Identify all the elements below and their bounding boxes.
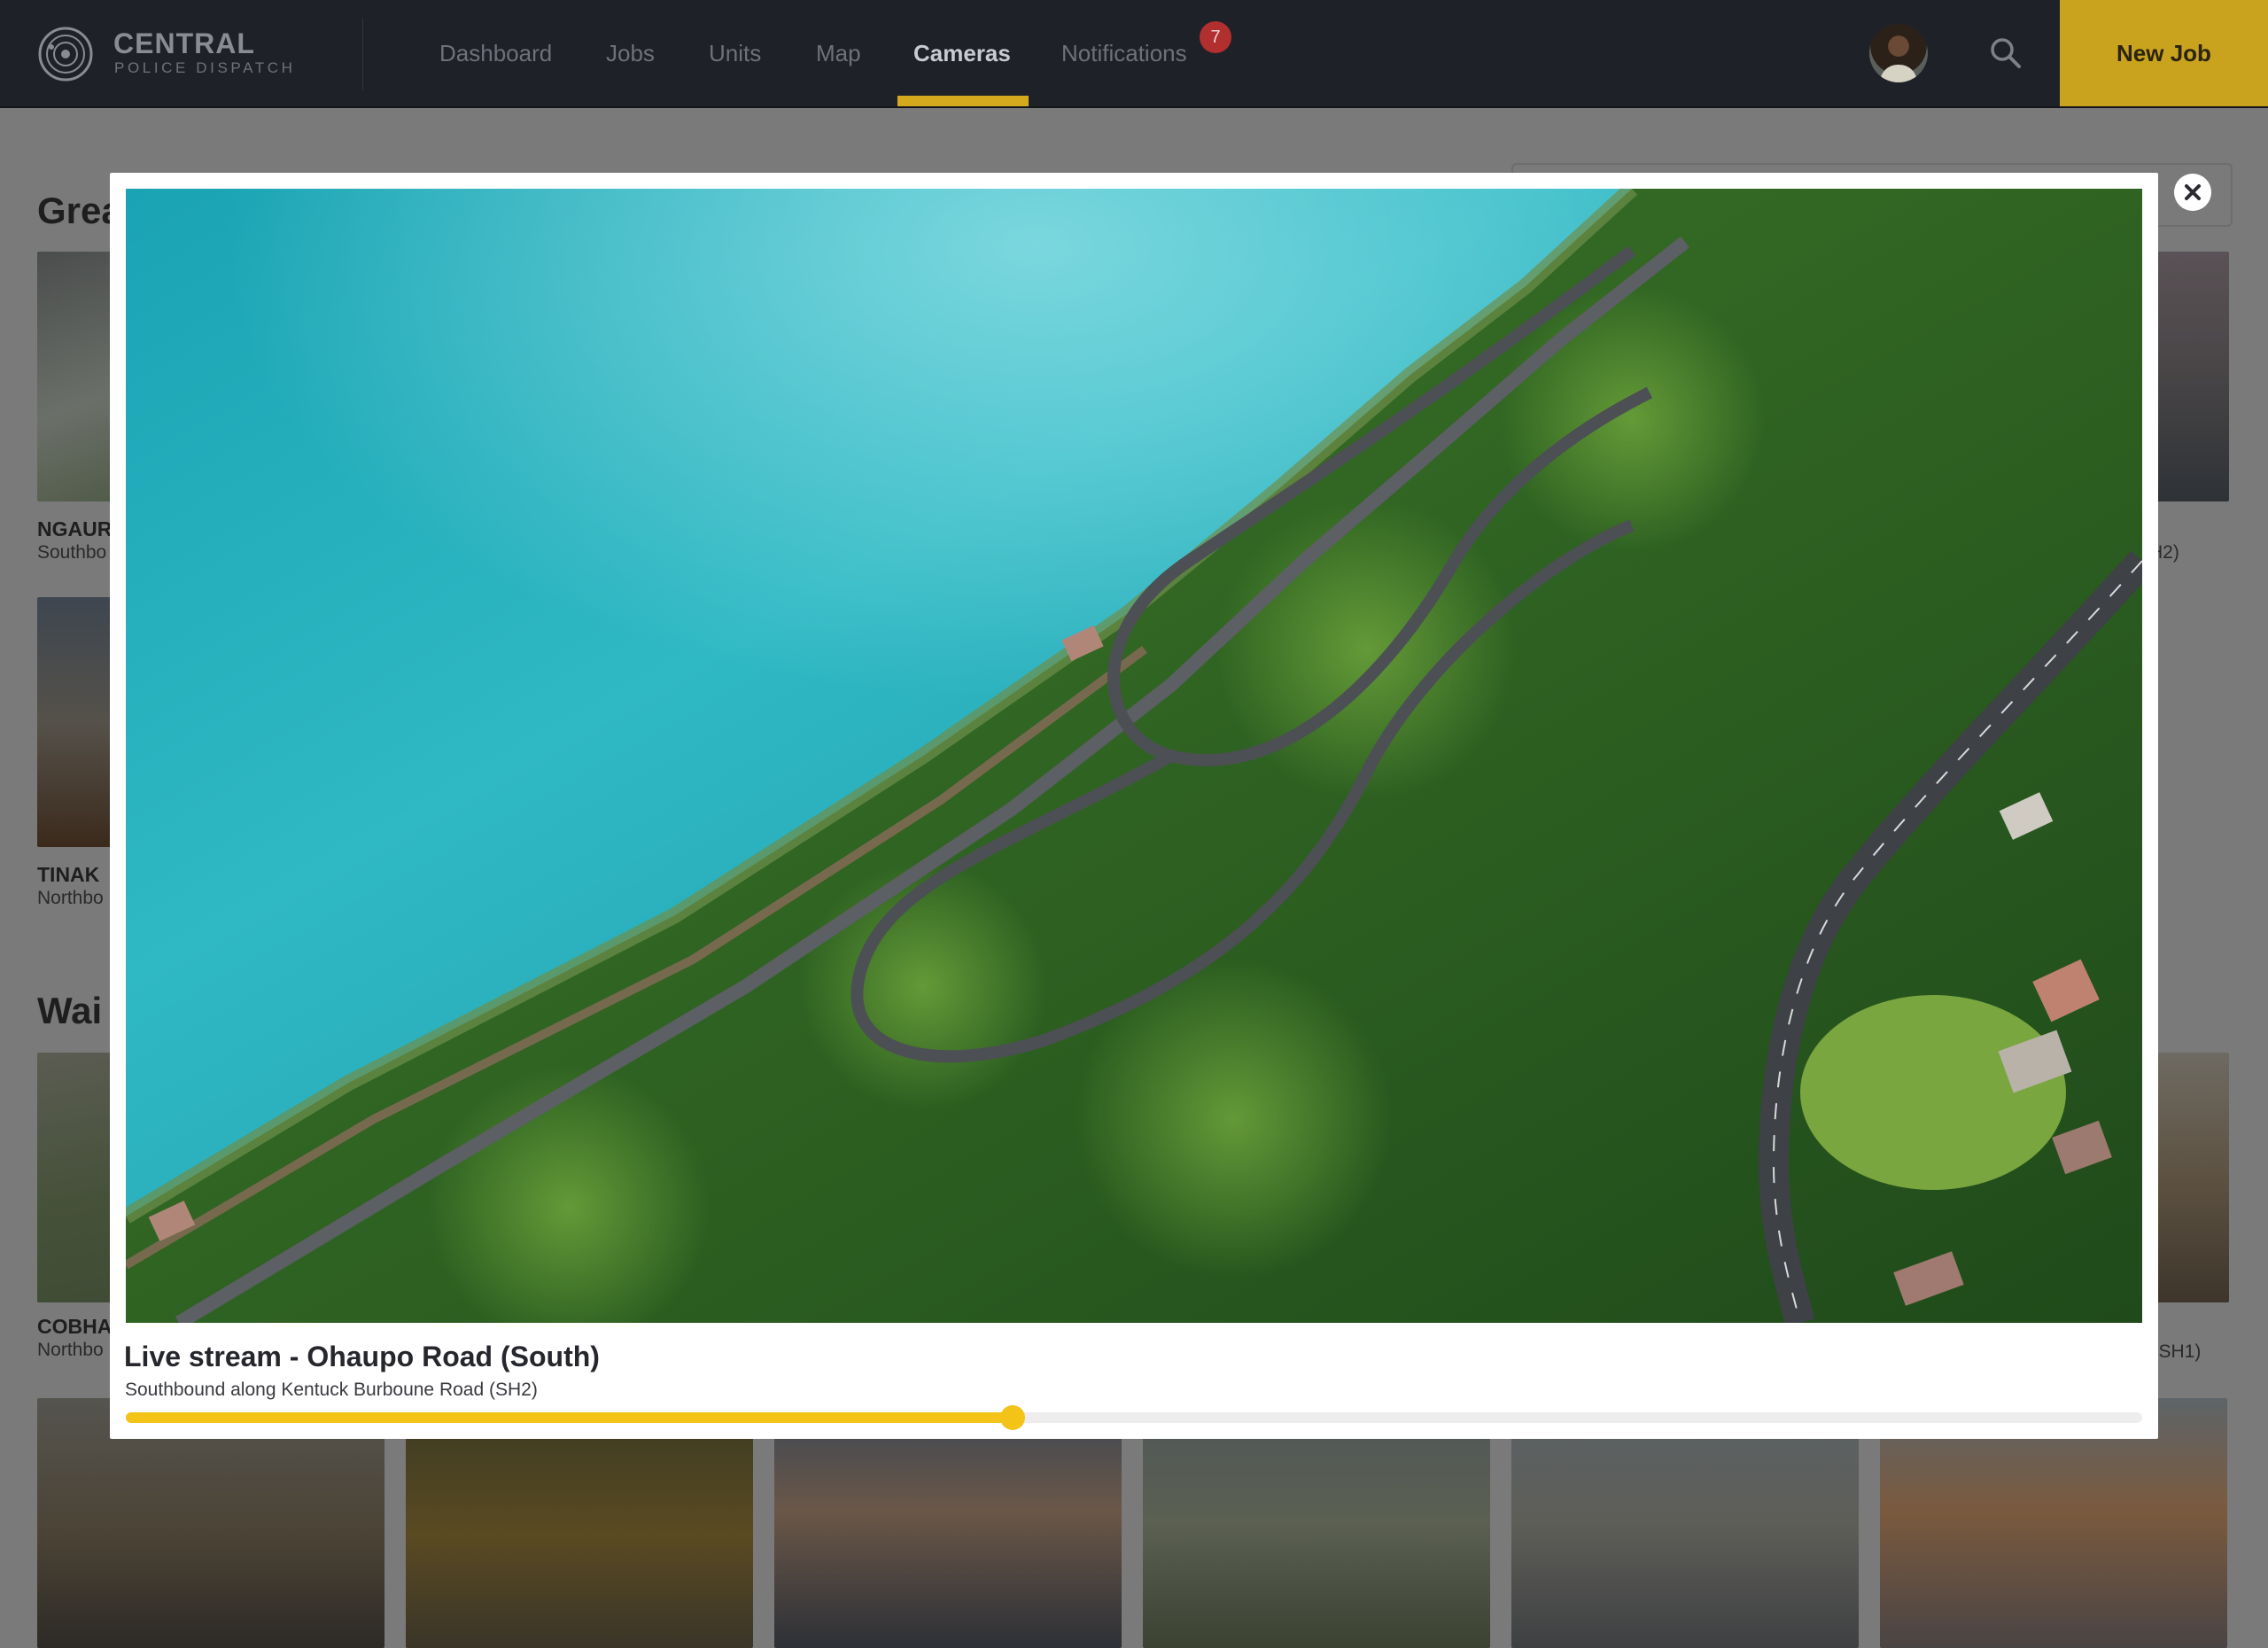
brand-title: CENTRAL (113, 27, 255, 59)
nav-item-cameras[interactable]: Cameras (913, 0, 1011, 106)
nav-item-map[interactable]: Map (816, 0, 861, 106)
camera-name: NGAUR (37, 517, 113, 540)
new-job-button[interactable]: New Job (2060, 0, 2268, 106)
close-icon[interactable] (2174, 174, 2211, 211)
nav-item-jobs[interactable]: Jobs (606, 0, 655, 106)
user-avatar[interactable] (1869, 24, 1928, 82)
camera-name: COBHA (37, 1315, 113, 1338)
camera-description: Northbo (37, 1340, 104, 1360)
modal-description: Southbound along Kentuck Burboune Road (… (125, 1380, 538, 1400)
camera-description: Northbo (37, 888, 104, 908)
notification-count-badge: 7 (1200, 21, 1231, 53)
nav-item-dashboard[interactable]: Dashboard (439, 0, 552, 106)
modal-title: Live stream - Ohaupo Road (South) (124, 1341, 600, 1372)
aerial-road-image (126, 189, 2142, 1323)
camera-description: Southbo (37, 542, 107, 563)
stream-progress-fill (126, 1412, 1014, 1423)
avatar-shirt (1880, 65, 1917, 82)
live-stream-modal: Live stream - Ohaupo Road (South) Southb… (110, 173, 2158, 1439)
camera-name: TINAK (37, 863, 100, 886)
nav-divider (362, 18, 363, 90)
active-tab-indicator (897, 96, 1029, 106)
search-icon[interactable] (1984, 32, 2027, 74)
stream-progress-handle[interactable] (1000, 1405, 1026, 1430)
nav-item-notifications[interactable]: Notifications (1061, 0, 1187, 106)
section-title-region-2: Wai (37, 990, 103, 1031)
dispatch-logo-icon[interactable] (37, 26, 94, 82)
nav-item-units[interactable]: Units (709, 0, 761, 106)
stream-progress-bar[interactable] (126, 1405, 2142, 1430)
top-navigation-bar: CENTRAL POLICE DISPATCH Dashboard Jobs U… (0, 0, 2268, 108)
live-stream-video[interactable] (126, 189, 2142, 1323)
brand-subtitle: POLICE DISPATCH (114, 59, 296, 76)
